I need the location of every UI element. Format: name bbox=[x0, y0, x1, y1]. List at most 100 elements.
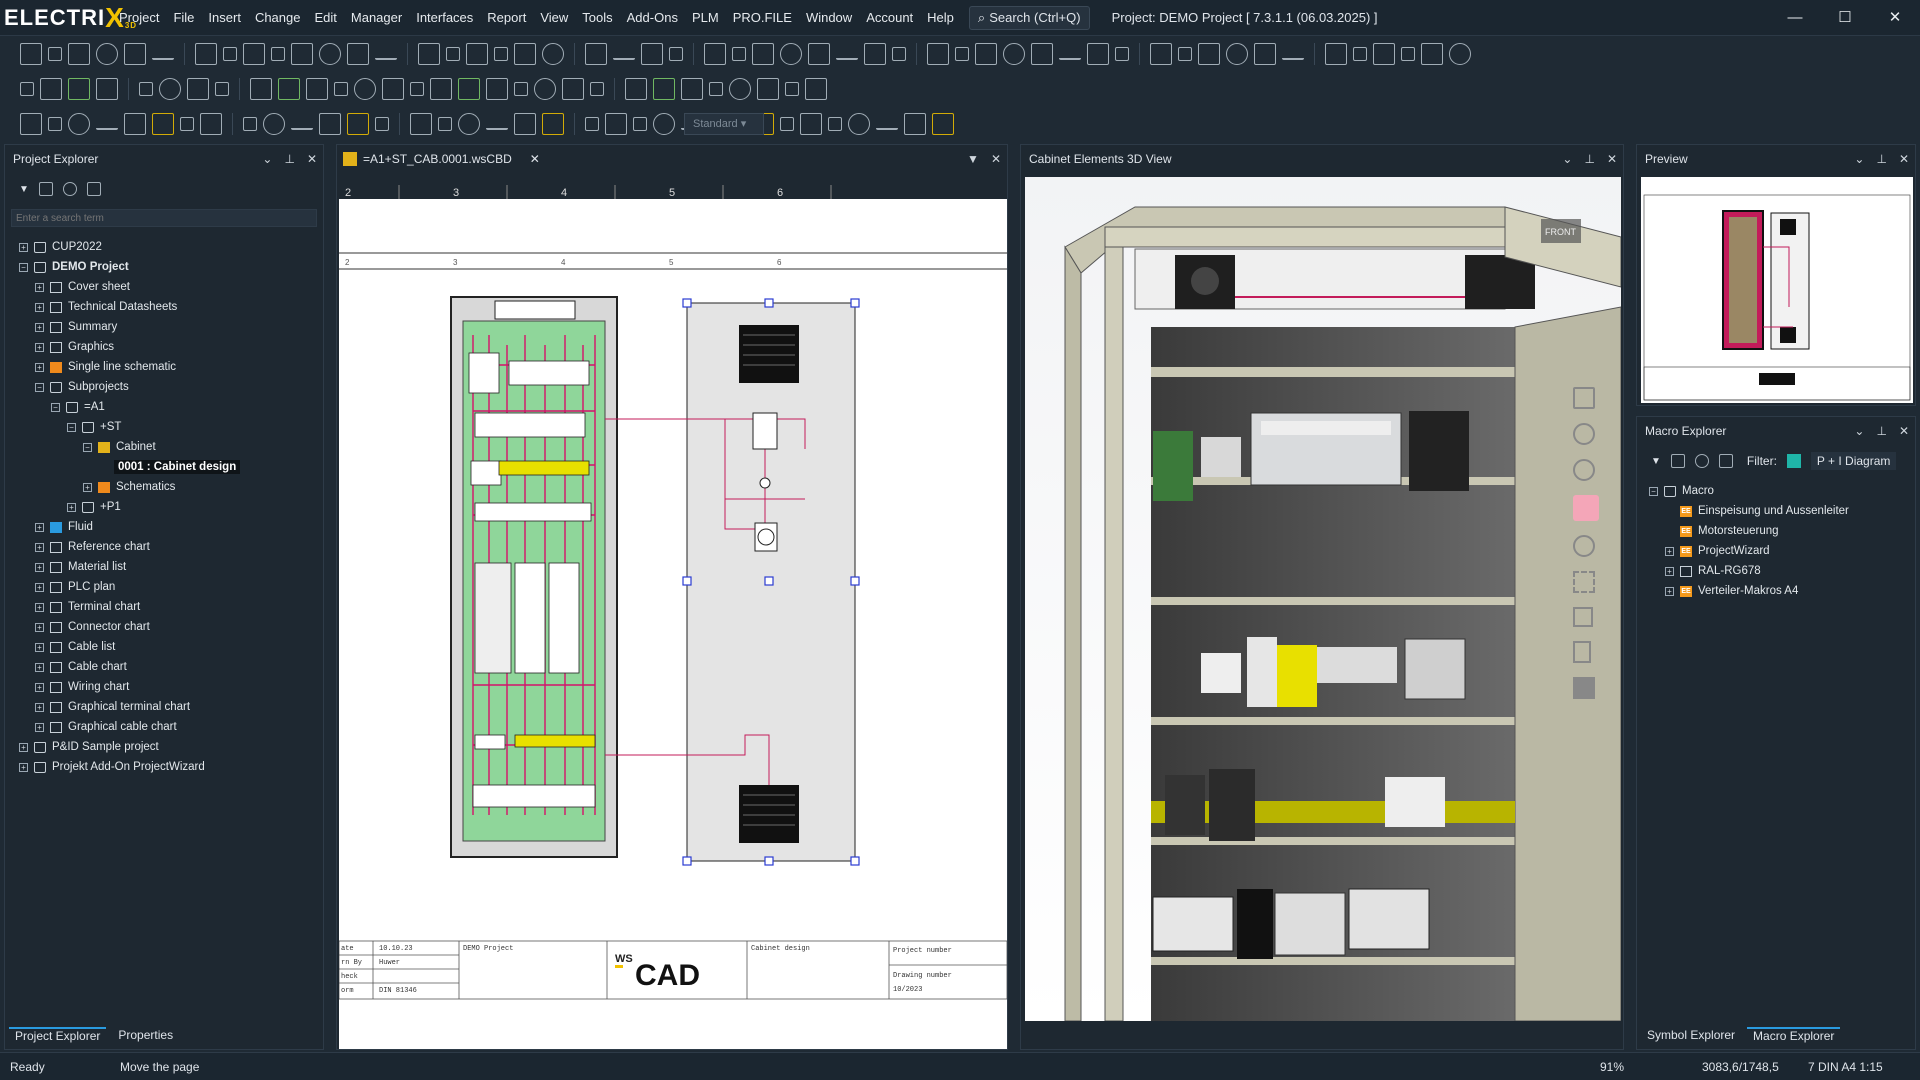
tb3-tool-17-icon[interactable] bbox=[458, 112, 480, 135]
tree-item[interactable]: + Summary bbox=[19, 317, 323, 337]
minimize-button[interactable]: — bbox=[1770, 0, 1820, 36]
tb1-tool-43-icon[interactable] bbox=[1198, 42, 1220, 65]
tb1-tool-27-icon[interactable] bbox=[752, 42, 774, 65]
tb3-tool-21-icon[interactable] bbox=[585, 116, 599, 131]
tab-macro-explorer[interactable]: Macro Explorer bbox=[1747, 1027, 1841, 1043]
expand-icon[interactable]: + bbox=[35, 642, 44, 652]
expand-icon[interactable]: + bbox=[35, 582, 44, 592]
tb1-tool-17-icon[interactable] bbox=[466, 42, 488, 65]
tb3-tool-18-icon[interactable] bbox=[486, 118, 508, 130]
tb1-tool-18-icon[interactable] bbox=[494, 46, 508, 61]
dropdown-arrow-icon[interactable]: ▼ bbox=[1651, 456, 1661, 467]
tb1-tool-23-icon[interactable] bbox=[641, 42, 663, 65]
tb1-tool-11-icon[interactable] bbox=[291, 42, 313, 65]
tb2-tool-29-icon[interactable] bbox=[785, 81, 799, 96]
tb1-tool-14-icon[interactable] bbox=[375, 48, 397, 60]
expand-icon[interactable]: + bbox=[35, 662, 44, 672]
expand-icon[interactable]: + bbox=[83, 482, 92, 492]
project-search-input[interactable] bbox=[11, 209, 317, 227]
tree-item[interactable]: + Graphics bbox=[19, 337, 323, 357]
collapse-icon[interactable]: − bbox=[35, 382, 44, 392]
tb2-tool-5-icon[interactable] bbox=[139, 81, 153, 96]
expand-icon[interactable]: + bbox=[35, 342, 44, 352]
door-icon[interactable] bbox=[1573, 641, 1591, 663]
tree-item[interactable]: + Reference chart bbox=[19, 537, 323, 557]
tb1-tool-12-icon[interactable] bbox=[319, 42, 341, 65]
refresh-icon[interactable] bbox=[62, 182, 77, 196]
tb3-tool-29-icon[interactable] bbox=[800, 112, 822, 135]
tb1-tool-9-icon[interactable] bbox=[243, 42, 265, 65]
tree-item[interactable]: − DEMO Project bbox=[19, 257, 323, 277]
chevron-down-icon[interactable]: ⌄ bbox=[1854, 145, 1864, 173]
3d-viewport[interactable]: FRONT bbox=[1025, 177, 1622, 1022]
tb1-tool-10-icon[interactable] bbox=[271, 46, 285, 61]
expand-icon[interactable]: + bbox=[35, 362, 44, 372]
tb2-tool-1-icon[interactable] bbox=[20, 81, 34, 96]
tb1-tool-29-icon[interactable] bbox=[808, 42, 830, 65]
tb1-tool-21-icon[interactable] bbox=[585, 42, 607, 65]
tb2-tool-7-icon[interactable] bbox=[187, 77, 209, 100]
fit-icon[interactable] bbox=[1573, 571, 1595, 593]
menu-manager[interactable]: Manager bbox=[344, 0, 409, 36]
tb1-tool-20-icon[interactable] bbox=[542, 42, 564, 65]
tb1-tool-30-icon[interactable] bbox=[836, 48, 858, 60]
tb1-tool-33-icon[interactable] bbox=[927, 42, 949, 65]
tb1-tool-26-icon[interactable] bbox=[732, 46, 746, 61]
chevron-down-icon[interactable]: ⌄ bbox=[262, 145, 272, 173]
tree-item[interactable]: + RAL-RG678 bbox=[1649, 561, 1915, 581]
menu-view[interactable]: View bbox=[533, 0, 575, 36]
tb1-tool-7-icon[interactable] bbox=[195, 42, 217, 65]
tb3-tool-30-icon[interactable] bbox=[828, 116, 842, 131]
menu-pro-file[interactable]: PRO.FILE bbox=[726, 0, 799, 36]
document-tab[interactable]: =A1+ST_CAB.0001.wsCBD bbox=[363, 152, 512, 166]
tree-item[interactable]: 0001 : Cabinet design bbox=[19, 457, 323, 477]
tb1-tool-48-icon[interactable] bbox=[1353, 46, 1367, 61]
tb1-tool-3-icon[interactable] bbox=[68, 42, 90, 65]
tb3-tool-3-icon[interactable] bbox=[68, 112, 90, 135]
filter-select[interactable]: P + I Diagram bbox=[1810, 452, 1897, 470]
tb1-tool-13-icon[interactable] bbox=[347, 42, 369, 65]
close-window-button[interactable]: ✕ bbox=[1870, 0, 1920, 36]
pan-icon[interactable] bbox=[1573, 495, 1599, 521]
tree-item[interactable]: + PLC plan bbox=[19, 577, 323, 597]
tree-item[interactable]: + Wiring chart bbox=[19, 677, 323, 697]
expand-icon[interactable]: + bbox=[35, 702, 44, 712]
collapse-icon[interactable]: − bbox=[1649, 486, 1658, 496]
tb2-tool-11-icon[interactable] bbox=[306, 77, 328, 100]
tb1-tool-16-icon[interactable] bbox=[446, 46, 460, 61]
tree-item[interactable]: + Single line schematic bbox=[19, 357, 323, 377]
tb2-tool-9-icon[interactable] bbox=[250, 77, 272, 100]
style-select[interactable]: Standard ▾ bbox=[684, 113, 764, 135]
menu-change[interactable]: Change bbox=[248, 0, 308, 36]
expand-icon[interactable]: + bbox=[35, 282, 44, 292]
tb3-tool-9-icon[interactable] bbox=[243, 116, 257, 131]
tb2-tool-16-icon[interactable] bbox=[430, 77, 452, 100]
tree-item[interactable]: + Connector chart bbox=[19, 617, 323, 637]
menu-tools[interactable]: Tools bbox=[575, 0, 619, 36]
tb3-tool-16-icon[interactable] bbox=[438, 116, 452, 131]
tree-item[interactable]: + Projekt Add-On ProjectWizard bbox=[19, 757, 323, 777]
menu-plm[interactable]: PLM bbox=[685, 0, 726, 36]
save-view-icon[interactable] bbox=[1573, 607, 1593, 627]
open-project-icon[interactable] bbox=[38, 182, 53, 196]
tb2-tool-13-icon[interactable] bbox=[354, 77, 376, 100]
tree-item[interactable]: EE Einspeisung und Aussenleiter bbox=[1649, 501, 1915, 521]
tb2-tool-19-icon[interactable] bbox=[514, 81, 528, 96]
tb3-tool-13-icon[interactable] bbox=[347, 112, 369, 135]
tb3-tool-31-icon[interactable] bbox=[848, 112, 870, 135]
copy-icon[interactable] bbox=[86, 182, 101, 196]
tb1-tool-45-icon[interactable] bbox=[1254, 42, 1276, 65]
tb2-tool-6-icon[interactable] bbox=[159, 77, 181, 100]
collapse-icon[interactable]: − bbox=[83, 442, 92, 452]
tree-item[interactable]: + Cable chart bbox=[19, 657, 323, 677]
pin-icon[interactable]: ⊥ bbox=[1876, 145, 1886, 173]
tb3-tool-33-icon[interactable] bbox=[904, 112, 926, 135]
expand-icon[interactable]: + bbox=[19, 742, 28, 752]
close-icon[interactable]: ✕ bbox=[991, 145, 1001, 173]
copy-icon[interactable] bbox=[1718, 454, 1733, 468]
expand-icon[interactable]: + bbox=[1665, 566, 1674, 576]
collapse-icon[interactable]: − bbox=[19, 262, 28, 272]
chevron-down-icon[interactable]: ▼ bbox=[967, 145, 979, 173]
home-icon[interactable] bbox=[1573, 387, 1595, 409]
tb1-tool-36-icon[interactable] bbox=[1003, 42, 1025, 65]
